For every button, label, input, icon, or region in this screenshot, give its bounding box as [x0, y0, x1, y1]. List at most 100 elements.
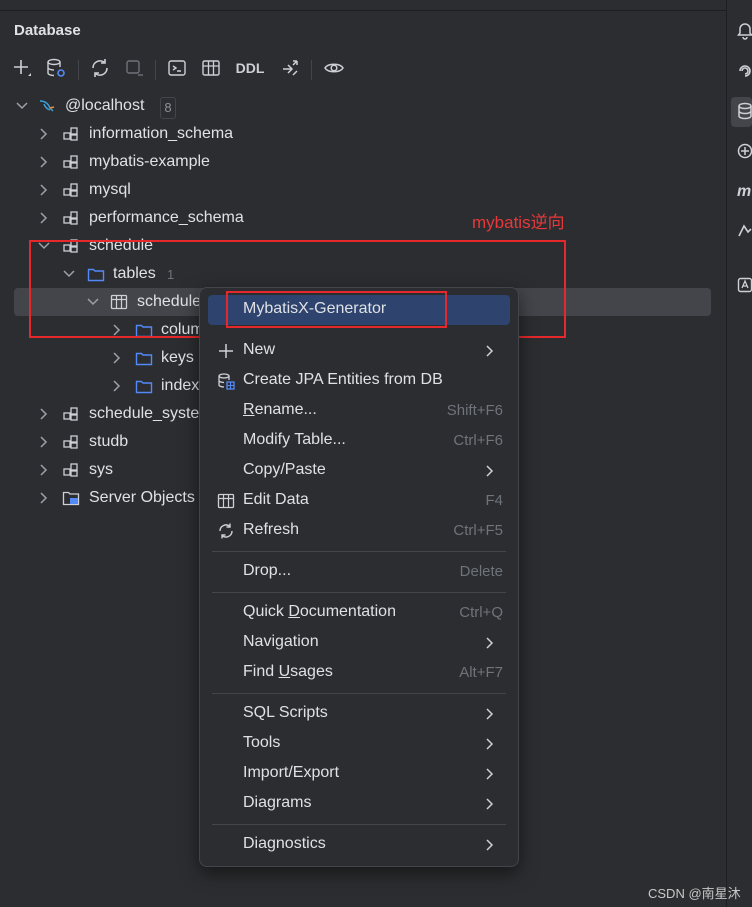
menu-item-diagnostics[interactable]: Diagnostics — [200, 830, 518, 860]
tree-node-label: information_schema — [89, 125, 234, 142]
menu-item-navigation[interactable]: Navigation — [200, 628, 518, 658]
menu-item-label: SQL Scripts — [243, 704, 328, 721]
text-viewer-icon[interactable] — [737, 276, 752, 296]
connection-count-badge: 8 — [160, 97, 176, 119]
annotation-label: mybatis逆向 — [472, 213, 565, 232]
jump-to-console-icon[interactable] — [163, 52, 191, 84]
mysql-dolphin-icon — [39, 100, 55, 112]
menu-item-label: Tools — [243, 734, 281, 751]
stop-icon[interactable] — [120, 52, 148, 84]
server-objects-icon — [62, 491, 80, 506]
table-icon — [217, 493, 235, 509]
plugin-icon[interactable] — [737, 142, 752, 162]
data-source-properties-icon[interactable] — [42, 52, 70, 84]
tree-node-schema[interactable]: information_schema — [0, 120, 726, 148]
menu-item-modify-table[interactable]: Modify Table... Ctrl+F6 — [200, 426, 518, 456]
tree-node-label: mysql — [89, 181, 131, 198]
annotation-highlight-box — [226, 291, 447, 328]
toolbar-separator — [311, 60, 312, 80]
tree-node-connection[interactable]: @localhost — [0, 92, 726, 120]
chevron-right-icon[interactable] — [37, 491, 51, 505]
schema-icon — [63, 211, 78, 225]
menu-item-label: Rename... — [243, 401, 317, 418]
menu-item-label: Quick Documentation — [243, 603, 396, 620]
tree-node-schema[interactable]: mysql — [0, 176, 726, 204]
menu-item-sql-scripts[interactable]: SQL Scripts — [200, 699, 518, 729]
view-options-icon[interactable] — [320, 52, 348, 84]
tree-node-label: keys — [161, 349, 194, 366]
tree-node-label: sys — [89, 461, 113, 478]
menu-item-label: New — [243, 341, 276, 358]
chevron-right-icon[interactable] — [110, 351, 124, 365]
menu-item-refresh[interactable]: Refresh Ctrl+F5 — [200, 516, 518, 546]
refresh-icon[interactable] — [86, 52, 114, 84]
menu-item-rename[interactable]: Rename... Shift+F6 — [200, 396, 518, 426]
chevron-right-icon[interactable] — [37, 183, 51, 197]
tree-node-label: performance_schema — [89, 209, 244, 226]
menu-item-label: Import/Export — [243, 764, 340, 781]
panel-title: Database — [14, 22, 81, 39]
menu-item-find-usages[interactable]: Find Usages Alt+F7 — [200, 658, 518, 688]
menu-item-new[interactable]: New — [200, 336, 518, 366]
table-icon[interactable] — [197, 52, 225, 84]
ddl-button[interactable]: DDL — [232, 52, 268, 84]
menu-item-quick-documentation[interactable]: Quick Documentation Ctrl+Q — [200, 598, 518, 628]
top-border — [0, 0, 726, 11]
menu-item-create-jpa-entities[interactable]: Create JPA Entities from DB — [200, 366, 518, 396]
menu-item-label: Copy/Paste — [243, 461, 326, 478]
chevron-right-icon[interactable] — [37, 463, 51, 477]
folder-icon — [135, 352, 153, 366]
submenu-arrow-icon — [486, 798, 494, 810]
menu-item-shortcut: Ctrl+F6 — [453, 432, 503, 449]
right-tool-strip — [726, 0, 752, 907]
chevron-right-icon[interactable] — [37, 127, 51, 141]
tree-node-label: index — [161, 377, 200, 394]
chevron-right-icon[interactable] — [37, 211, 51, 225]
menu-item-shortcut: F4 — [485, 492, 503, 509]
submenu-arrow-icon — [486, 708, 494, 720]
database-toolbar: DDL — [0, 52, 726, 88]
chevron-right-icon[interactable] — [37, 155, 51, 169]
maven-icon[interactable]: m — [737, 182, 752, 202]
tree-node-label: mybatis-example — [89, 153, 210, 170]
folder-icon — [135, 380, 153, 394]
tree-node-label: Server Objects — [89, 489, 195, 506]
tree-node-label: schedule_syste — [89, 405, 200, 422]
menu-item-shortcut: Ctrl+F5 — [453, 522, 503, 539]
menu-item-label: Create JPA Entities from DB — [243, 371, 443, 388]
submenu-arrow-icon — [486, 768, 494, 780]
menu-item-label: Find Usages — [243, 663, 333, 680]
connection-label: @localhost — [65, 97, 145, 114]
menu-item-label: Edit Data — [243, 491, 309, 508]
chevron-down-icon[interactable] — [15, 99, 29, 113]
menu-item-shortcut: Delete — [459, 563, 503, 580]
schema-icon — [63, 127, 78, 141]
menu-separator — [212, 551, 506, 552]
notifications-icon[interactable] — [737, 22, 752, 42]
database-tool-icon[interactable] — [737, 102, 752, 122]
menu-item-copy-paste[interactable]: Copy/Paste — [200, 456, 518, 486]
menu-item-drop[interactable]: Drop... Delete — [200, 557, 518, 587]
chevron-right-icon[interactable] — [37, 435, 51, 449]
submenu-arrow-icon — [486, 465, 494, 477]
ai-assistant-icon[interactable] — [737, 62, 752, 82]
menu-separator — [212, 824, 506, 825]
menu-item-diagrams[interactable]: Diagrams — [200, 789, 518, 819]
add-icon[interactable] — [8, 52, 36, 84]
submenu-arrow-icon — [486, 839, 494, 851]
schema-icon — [63, 155, 78, 169]
menu-item-shortcut: Shift+F6 — [446, 402, 503, 419]
chevron-right-icon[interactable] — [110, 379, 124, 393]
tree-node-schema[interactable]: mybatis-example — [0, 148, 726, 176]
menu-item-import-export[interactable]: Import/Export — [200, 759, 518, 789]
schema-icon — [63, 407, 78, 421]
menu-item-tools[interactable]: Tools — [200, 729, 518, 759]
watermark: CSDN @南星沐 — [648, 886, 741, 901]
tree-node-schema[interactable]: performance_schema — [0, 204, 726, 232]
gradle-icon[interactable] — [737, 222, 752, 242]
menu-item-shortcut: Ctrl+Q — [459, 604, 503, 621]
compare-icon[interactable] — [276, 52, 304, 84]
menu-item-shortcut: Alt+F7 — [459, 664, 503, 681]
menu-item-edit-data[interactable]: Edit Data F4 — [200, 486, 518, 516]
chevron-right-icon[interactable] — [37, 407, 51, 421]
